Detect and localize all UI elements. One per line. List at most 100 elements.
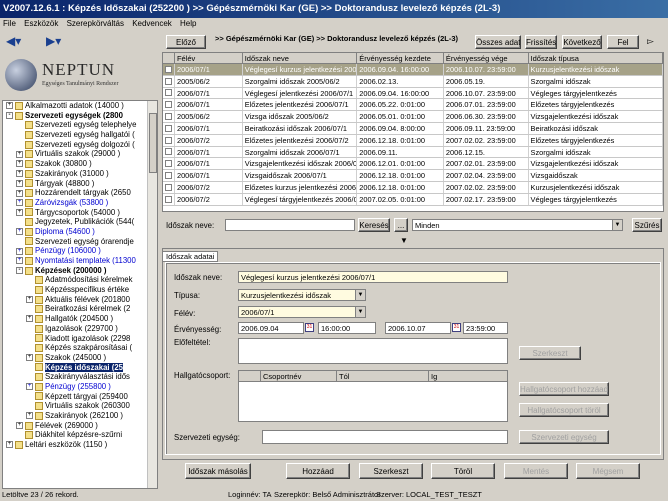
- valid-to-date[interactable]: 2006.10.07: [385, 322, 451, 334]
- remove-student-group-button[interactable]: Hallgatócsoport töröl: [519, 403, 609, 417]
- tree-item[interactable]: + Tárgyak (48800 ): [3, 179, 157, 189]
- expand-icon[interactable]: +: [26, 354, 33, 362]
- forward-arrow-icon[interactable]: ▶▾: [46, 34, 66, 48]
- menu-favorites[interactable]: Kedvencek: [132, 19, 172, 28]
- menu-help[interactable]: Help: [180, 19, 196, 28]
- tree-item[interactable]: + Hallgatók (204500 ): [3, 314, 157, 324]
- prerequisite-field[interactable]: [238, 338, 508, 364]
- table-row[interactable]: 2006/07/1 Beiratkozási időszak 2006/07/1 2…: [163, 122, 663, 135]
- tree-item[interactable]: + Tárgycsoportok (54000 ): [3, 208, 157, 218]
- table-row[interactable]: 2006/07/1 Véglegesí kurzus jelentkezési 2…: [163, 64, 663, 76]
- expand-icon[interactable]: +: [16, 208, 23, 216]
- refresh-button[interactable]: Frissítés: [525, 35, 557, 49]
- chevron-down-icon[interactable]: ▼: [355, 307, 365, 317]
- expand-icon[interactable]: +: [6, 102, 13, 110]
- add-student-group-button[interactable]: Hallgatócsoport hozzáad: [519, 382, 609, 396]
- tree-item[interactable]: Képzés szakpárosításai (: [3, 343, 157, 353]
- add-button[interactable]: Hozzáad: [286, 463, 350, 479]
- tree-item[interactable]: + Diploma (54600 ): [3, 227, 157, 237]
- row-checkbox[interactable]: [163, 134, 175, 146]
- expand-icon[interactable]: +: [16, 160, 23, 168]
- expand-icon[interactable]: +: [16, 199, 23, 207]
- expand-icon[interactable]: +: [16, 422, 23, 430]
- filter-button[interactable]: Szűrés: [632, 218, 662, 232]
- expand-icon[interactable]: +: [16, 247, 23, 255]
- tree-item[interactable]: + Szakok (245000 ): [3, 353, 157, 363]
- expand-icon[interactable]: +: [16, 179, 23, 187]
- cancel-button[interactable]: Mégsem: [576, 463, 640, 479]
- lookup-button[interactable]: ...: [394, 218, 408, 232]
- tree-item[interactable]: + Pénzügy (106000 ): [3, 246, 157, 256]
- expand-icon[interactable]: +: [16, 170, 23, 178]
- row-checkbox[interactable]: [163, 193, 175, 205]
- expand-icon[interactable]: +: [16, 189, 23, 197]
- tree-item[interactable]: + Szakirányok (262100 ): [3, 411, 157, 421]
- tab-period-details[interactable]: Időszak adatai: [162, 251, 219, 262]
- tree-item[interactable]: Képzett tárgyai (259400: [3, 392, 157, 402]
- tree-item[interactable]: Képzésspecifikus értéke: [3, 285, 157, 295]
- tree-item[interactable]: Képzés időszakai (25: [3, 362, 157, 373]
- chevron-down-icon[interactable]: ▼: [612, 220, 622, 230]
- table-row[interactable]: 2006/07/1 Vizsgaidőszak 2006/07/1 2006.12.…: [163, 170, 663, 182]
- tree-item[interactable]: Virtuális szakok (260300: [3, 401, 157, 411]
- splitter-down-icon[interactable]: ▼: [400, 236, 408, 245]
- next-button[interactable]: Következő: [562, 35, 602, 49]
- tree-item[interactable]: Diákhitel képzésre-szűrni: [3, 430, 157, 440]
- edit-prerequisite-button[interactable]: Szerkeszt: [519, 346, 581, 360]
- type-select[interactable]: Kurzusjelentkezési időszak ▼: [238, 289, 366, 301]
- edit-button[interactable]: Szerkeszt: [359, 463, 423, 479]
- table-row[interactable]: 2006/07/2 Véglegesí tárgyjelentkezés 2006…: [163, 193, 663, 206]
- column-header[interactable]: Időszak neve: [243, 53, 358, 63]
- period-name-input[interactable]: Véglegesí kurzus jelentkezési 2006/07/1: [238, 271, 508, 283]
- tree-item[interactable]: Igazolások (229700 ): [3, 324, 157, 334]
- copy-period-button[interactable]: Időszak másolás: [185, 463, 251, 479]
- navigation-tree[interactable]: + Alkalmazotti adatok (14000 ) - Szervezeti…: [2, 100, 158, 489]
- tree-scrollbar[interactable]: [147, 101, 157, 488]
- header-checkbox[interactable]: [163, 53, 175, 63]
- chevron-down-icon[interactable]: ▼: [355, 290, 365, 300]
- back-arrow-icon[interactable]: ◀▾: [6, 34, 26, 48]
- org-unit-button[interactable]: Szervezeti egység: [519, 430, 609, 444]
- row-checkbox[interactable]: [163, 181, 175, 193]
- table-row[interactable]: 2005/06/2 Szorgalmi időszak 2005/06/2 2006…: [163, 75, 663, 88]
- row-checkbox[interactable]: [163, 64, 175, 75]
- column-header[interactable]: Időszak típusa: [529, 53, 663, 63]
- valid-to-time[interactable]: 23:59:00: [463, 322, 508, 334]
- table-row[interactable]: 2006/07/2 Előzetes kurzus jelentkezési 20…: [163, 181, 663, 194]
- org-unit-field[interactable]: [262, 430, 508, 444]
- table-row[interactable]: 2006/07/1 Előzetes jelentkezési 2006/07/1…: [163, 99, 663, 112]
- expand-icon[interactable]: +: [26, 383, 33, 391]
- tree-item[interactable]: Szervezeti egység órarendje: [3, 237, 157, 247]
- row-checkbox[interactable]: [163, 122, 175, 134]
- tree-item[interactable]: Szakirányválasztási idős: [3, 372, 157, 382]
- menu-role-switch[interactable]: Szerepkörváltás: [67, 19, 124, 28]
- row-checkbox[interactable]: [163, 99, 175, 111]
- expand-icon[interactable]: +: [16, 228, 23, 236]
- column-header[interactable]: Tól: [337, 371, 429, 381]
- tree-item[interactable]: + Aktuális félévek (201800: [3, 295, 157, 305]
- tree-item[interactable]: Szervezeti egység hallgatói (: [3, 130, 157, 140]
- expand-icon[interactable]: +: [26, 315, 33, 323]
- all-data-button[interactable]: Összes adat: [475, 35, 521, 49]
- column-header[interactable]: Érvényesség kezdete: [357, 53, 444, 63]
- tree-item[interactable]: + Virtuális szakok (29000 ): [3, 149, 157, 159]
- tree-item[interactable]: + Záróvizsgák (53800 ): [3, 198, 157, 208]
- save-button[interactable]: Mentés: [504, 463, 568, 479]
- filter-select[interactable]: Minden ▼: [412, 219, 623, 231]
- table-row[interactable]: 2006/07/1 Vizsgajelentkezési időszak 2006…: [163, 158, 663, 171]
- table-row[interactable]: 2005/06/2 Vizsga időszak 2005/06/2 2006.05…: [163, 111, 663, 123]
- row-checkbox[interactable]: [163, 75, 175, 87]
- column-header[interactable]: Félév: [175, 53, 243, 63]
- row-checkbox[interactable]: [163, 158, 175, 170]
- tree-item[interactable]: Kiadott igazolások (2298: [3, 334, 157, 344]
- row-checkbox[interactable]: [163, 87, 175, 99]
- column-header[interactable]: Csoportnév: [261, 371, 337, 381]
- collapse-icon[interactable]: -: [6, 112, 13, 120]
- expand-icon[interactable]: +: [26, 412, 33, 420]
- search-button[interactable]: Keresés: [358, 218, 390, 232]
- tree-item[interactable]: Szervezeti egység dolgozói (: [3, 140, 157, 150]
- collapse-icon[interactable]: -: [16, 267, 23, 275]
- tree-item[interactable]: Beiratkozási kérelmek (2: [3, 304, 157, 314]
- menu-tools[interactable]: Eszközök: [24, 19, 58, 28]
- menu-file[interactable]: File: [3, 19, 16, 28]
